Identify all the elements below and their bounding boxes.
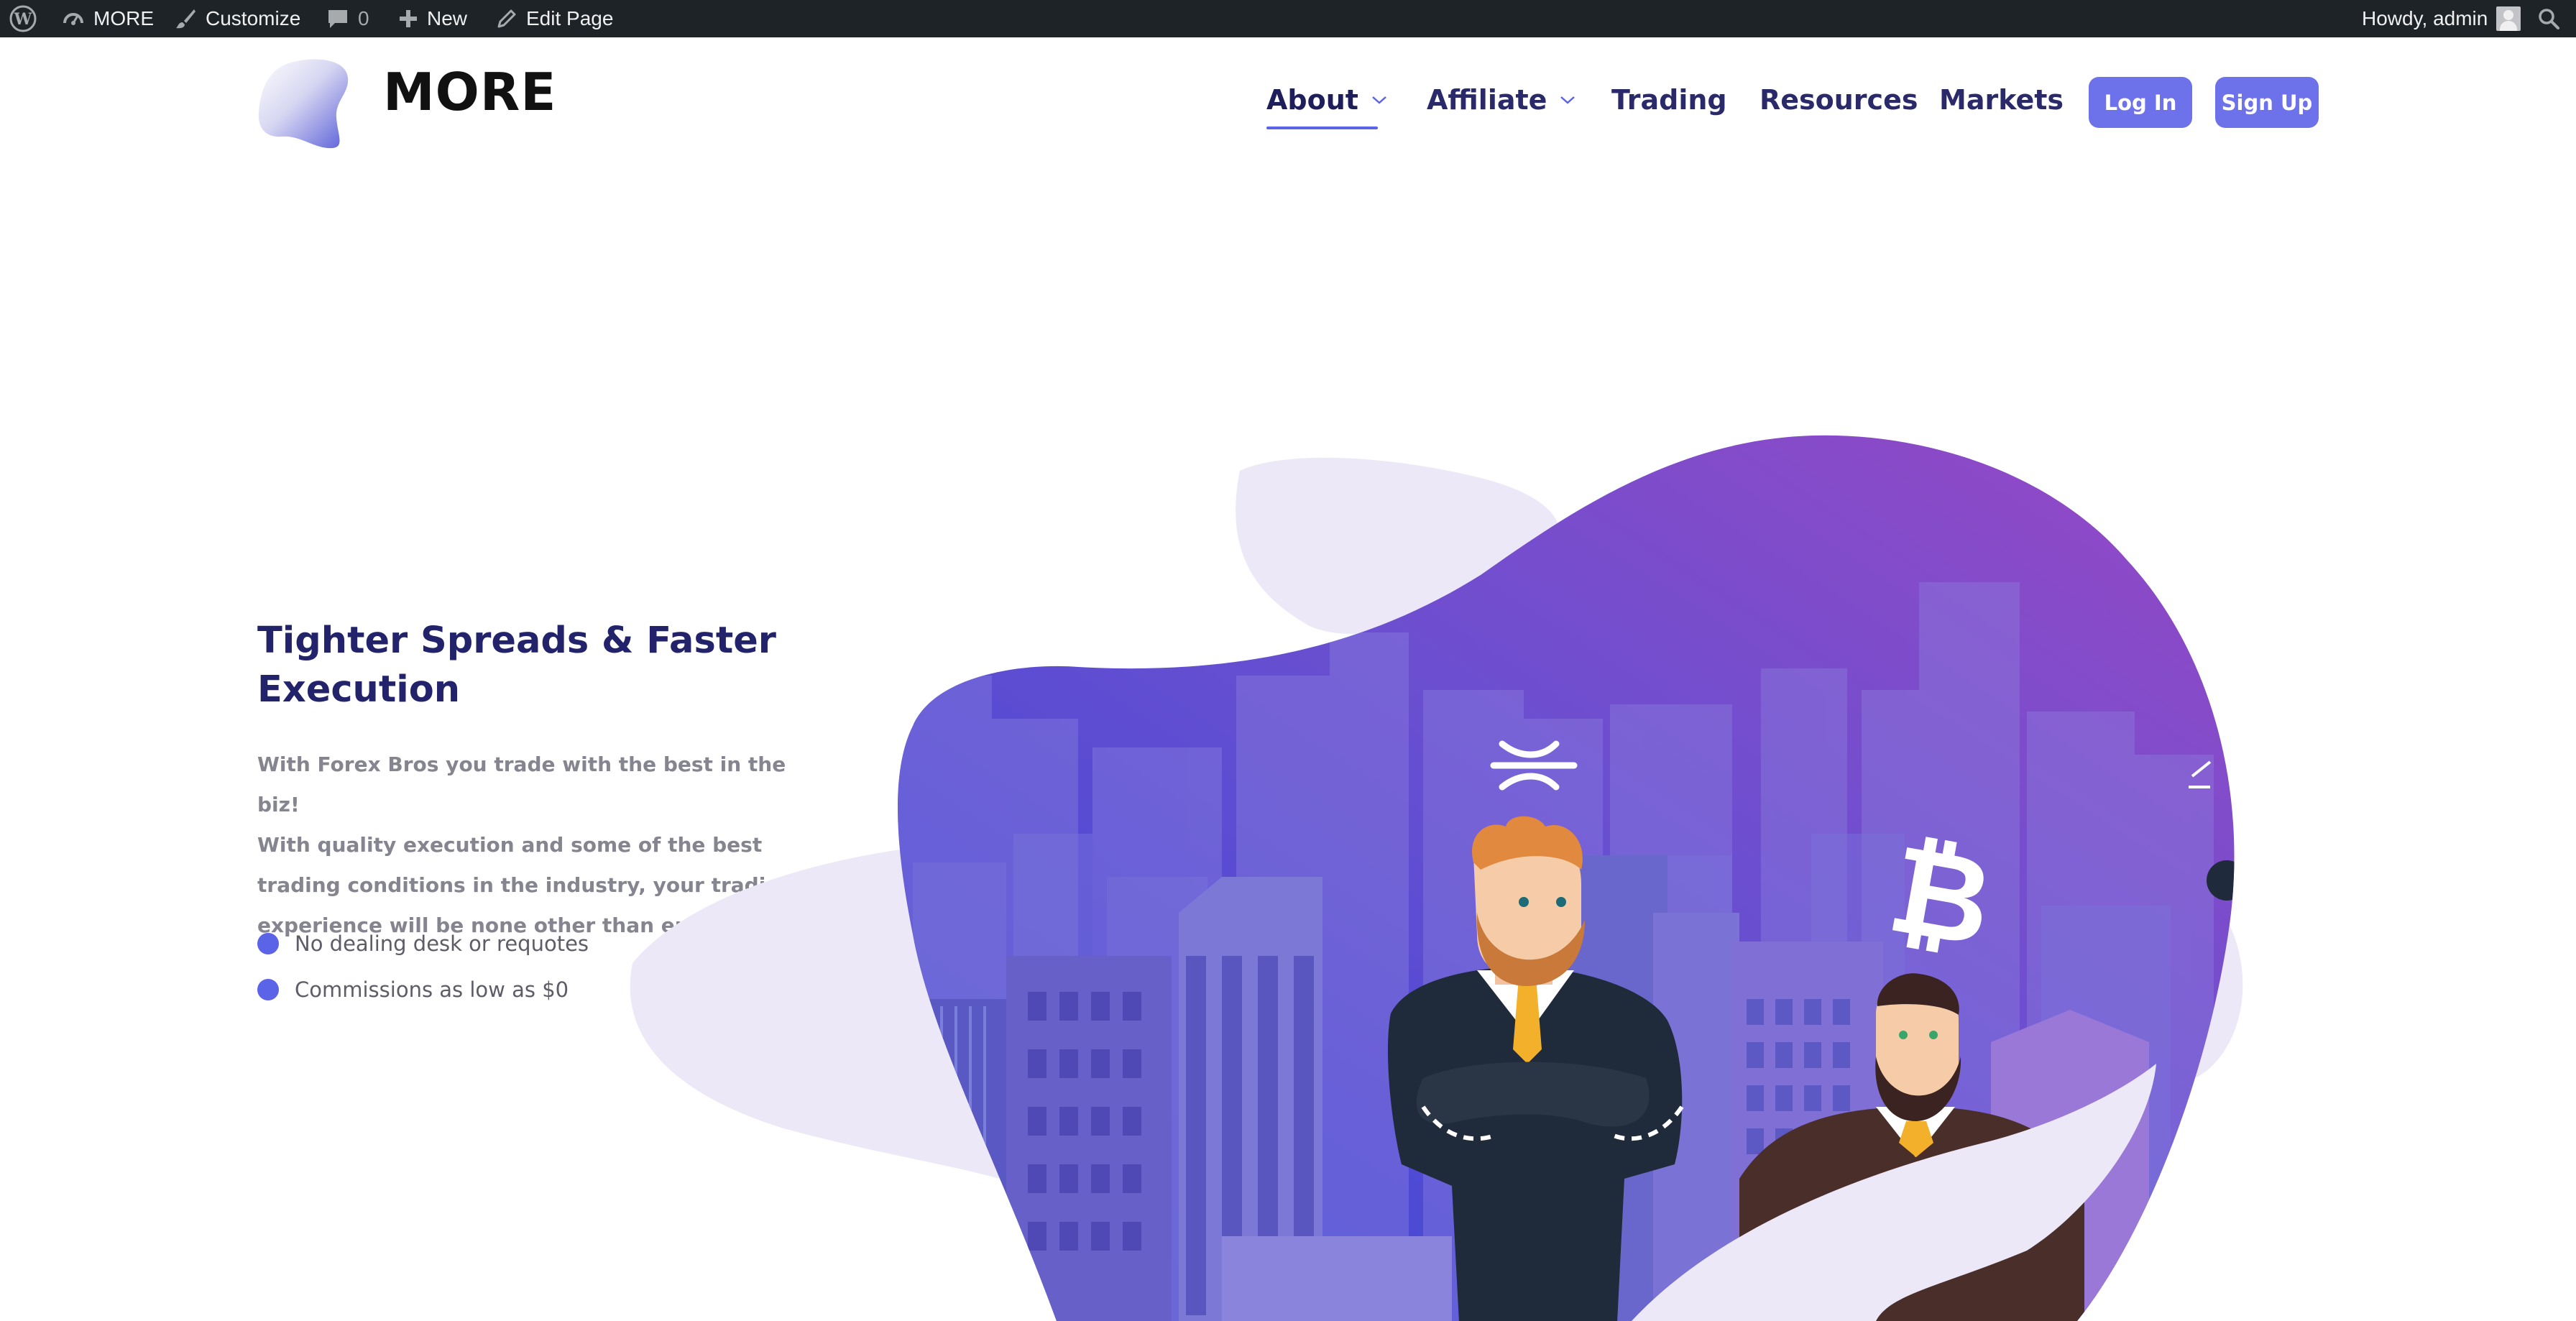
customize-link[interactable]: Customize	[174, 0, 300, 37]
new-content-menu[interactable]: New	[398, 0, 467, 37]
hero-illustration: ₿	[630, 435, 2243, 1321]
my-account-menu[interactable]: Howdy, admin	[2362, 0, 2521, 37]
new-label: New	[427, 7, 468, 29]
paintbrush-icon	[174, 7, 197, 30]
customize-label: Customize	[206, 7, 301, 29]
bullet-dot-icon	[257, 979, 279, 1000]
admin-search[interactable]	[2537, 0, 2560, 37]
brand-name: MORE	[383, 62, 557, 122]
comments-link[interactable]: 0	[326, 0, 369, 37]
nav-item-trading[interactable]: Trading	[1611, 80, 1727, 119]
feature-item: No dealing desk or requotes	[257, 929, 589, 958]
nav-label-affiliate: Affiliate	[1427, 84, 1547, 116]
wordpress-icon: W	[9, 4, 37, 33]
nav-item-about[interactable]: About	[1266, 80, 1387, 119]
dashboard-icon	[62, 7, 85, 30]
login-button[interactable]: Log In	[2089, 77, 2192, 128]
nav-label-markets: Markets	[1939, 84, 2064, 116]
feature-label: No dealing desk or requotes	[295, 931, 589, 956]
feature-item: Commissions as low as $0	[257, 975, 569, 1004]
feature-label: Commissions as low as $0	[295, 977, 569, 1002]
chevron-down-icon	[1560, 96, 1576, 104]
nav-active-indicator	[1266, 126, 1378, 129]
edit-page-label: Edit Page	[526, 7, 614, 29]
nav-label-resources: Resources	[1760, 84, 1918, 116]
admin-bar: W MORE Customize 0 New Edit Page Howdy, …	[0, 0, 2576, 37]
signup-button[interactable]: Sign Up	[2215, 77, 2319, 128]
edit-page-link[interactable]: Edit Page	[496, 0, 613, 37]
plus-icon	[398, 9, 418, 29]
nav-label-trading: Trading	[1611, 84, 1727, 116]
svg-text:W: W	[14, 10, 32, 29]
site-name-label: MORE	[93, 7, 154, 29]
comments-count: 0	[358, 7, 369, 29]
wp-logo-menu[interactable]: W	[9, 0, 37, 37]
bullet-dot-icon	[257, 933, 279, 954]
nav-item-resources[interactable]: Resources	[1760, 80, 1918, 119]
site-name-menu[interactable]: MORE	[62, 0, 154, 37]
nav-item-markets[interactable]: Markets	[1939, 80, 2064, 119]
comment-icon	[326, 7, 349, 30]
chevron-down-icon	[1372, 96, 1386, 104]
logo-blob-icon	[258, 59, 349, 149]
nav-label-about: About	[1266, 84, 1358, 116]
pencil-icon	[496, 8, 518, 29]
howdy-label: Howdy, admin	[2362, 7, 2488, 29]
avatar	[2496, 6, 2521, 31]
search-icon	[2537, 7, 2560, 30]
nav-item-affiliate[interactable]: Affiliate	[1427, 80, 1576, 119]
